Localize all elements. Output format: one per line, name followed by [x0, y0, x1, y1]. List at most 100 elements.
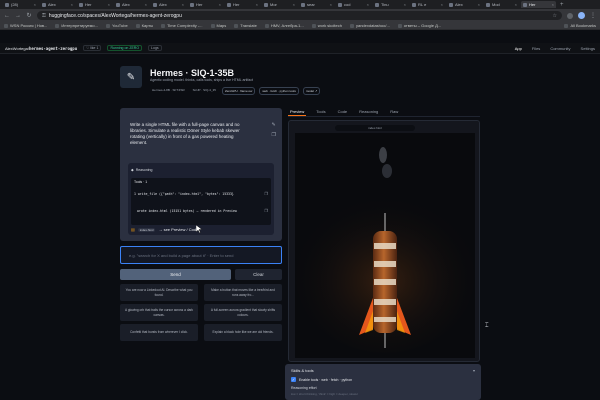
- close-icon[interactable]: ×: [108, 2, 110, 7]
- back-icon[interactable]: ←: [4, 13, 10, 19]
- bookmark-item[interactable]: Maps: [210, 23, 226, 28]
- favicon-icon: [349, 23, 354, 28]
- browser-tab[interactable]: Her ×: [225, 1, 260, 8]
- bookmarks-bar: WSN Россия | Нов... Интерпретируемо... You…: [0, 22, 600, 30]
- bookmark-item[interactable]: Time Complexity -...: [161, 23, 203, 28]
- close-icon[interactable]: ×: [441, 2, 443, 7]
- close-icon[interactable]: ×: [182, 2, 184, 7]
- tools-header[interactable]: Tools · 1: [134, 180, 147, 184]
- edit-icon[interactable]: ✎: [272, 122, 276, 128]
- reload-icon[interactable]: ↻: [26, 12, 32, 19]
- bookmark-item[interactable]: ответы – Google Д...: [397, 23, 441, 28]
- meta-badge[interactable]: model ↗: [302, 87, 321, 95]
- lock-icon[interactable]: ⚿: [42, 13, 46, 19]
- close-icon[interactable]: ×: [515, 2, 517, 7]
- url-field[interactable]: ⚿ huggingface.co/spaces/AlexWortega/herm…: [37, 11, 562, 20]
- extensions-icon[interactable]: [567, 12, 573, 19]
- tab-code[interactable]: Code: [336, 108, 350, 115]
- close-icon[interactable]: ×: [367, 2, 369, 7]
- effort-label: Reasoning effort: [291, 386, 317, 390]
- favicon-icon: [264, 2, 268, 7]
- favicon-icon: [264, 23, 269, 28]
- close-icon[interactable]: ×: [145, 2, 147, 7]
- example-prompt-button[interactable]: Make a button that moves like a tree/bir…: [204, 284, 282, 301]
- copy-icon[interactable]: ❐: [264, 208, 268, 213]
- meta-badge[interactable]: web · fetch · python tools: [259, 87, 299, 95]
- close-icon[interactable]: ×: [552, 2, 554, 7]
- bookmark-item[interactable]: Translate: [234, 23, 257, 28]
- browser-tab[interactable]: Alex ×: [447, 1, 482, 8]
- chat-input[interactable]: e.g. "search for X and build a page abou…: [120, 246, 282, 264]
- browser-tab[interactable]: Alex ×: [114, 1, 149, 8]
- like-button[interactable]: ♡ like 1: [83, 45, 102, 51]
- kebab-canvas[interactable]: [295, 133, 475, 358]
- close-icon[interactable]: ×: [404, 2, 406, 7]
- favicon-icon: [412, 2, 416, 7]
- browser-tab[interactable]: Her ×: [188, 1, 223, 8]
- close-icon[interactable]: ×: [219, 2, 221, 7]
- example-prompt-button[interactable]: Confetti that bursts from wherever I cli…: [120, 324, 198, 341]
- tab-tools[interactable]: Tools: [314, 108, 327, 115]
- browser-tab[interactable]: RL e ×: [410, 1, 445, 8]
- text-cursor-icon: ⌶: [485, 323, 489, 329]
- browser-tab[interactable]: (28) ×: [3, 1, 38, 8]
- copy-icon[interactable]: ❐: [264, 191, 268, 196]
- enable-tools-row[interactable]: ✓ Enable tools · web · fetch · python: [291, 377, 352, 382]
- file-chip[interactable]: index.html: [137, 227, 156, 232]
- bookmark-item[interactable]: work skoltech: [311, 23, 342, 28]
- forward-icon[interactable]: →: [15, 13, 21, 19]
- browser-tab[interactable]: Mod ×: [484, 1, 519, 8]
- menu-icon[interactable]: ⋮: [590, 12, 596, 19]
- space-nav-files[interactable]: Files: [532, 46, 540, 51]
- tab-reasoning[interactable]: Reasoning: [357, 108, 380, 115]
- new-tab-plus-icon[interactable]: +: [560, 2, 564, 8]
- example-prompt-button[interactable]: Explain a black hole like we are old fri…: [204, 324, 282, 341]
- bookmark-item[interactable]: Карты: [135, 23, 153, 28]
- close-icon[interactable]: ×: [330, 2, 332, 7]
- logs-button[interactable]: Logs: [148, 45, 162, 51]
- close-icon[interactable]: ×: [256, 2, 258, 7]
- example-prompt-button[interactable]: You are now a Linkedout AI. Describe wha…: [120, 284, 198, 301]
- copy-icon[interactable]: ❐: [272, 132, 276, 138]
- collapse-caret-icon[interactable]: ▾: [473, 368, 475, 373]
- preview-link[interactable]: → see Preview / Code: [158, 227, 198, 232]
- browser-tab[interactable]: Her ×: [521, 1, 556, 8]
- close-icon[interactable]: ×: [478, 2, 480, 7]
- close-icon[interactable]: ×: [34, 2, 36, 7]
- example-prompt-button[interactable]: A full-screen aurora gradient that slowl…: [204, 304, 282, 321]
- space-path[interactable]: AlexWortega/hermes-agent-zerogpu: [5, 46, 77, 51]
- browser-tab[interactable]: Alex ×: [151, 1, 186, 8]
- space-nav-settings[interactable]: Settings: [581, 46, 595, 51]
- space-nav: App Files Community Settings: [515, 46, 595, 51]
- settings-title[interactable]: Skills & tools: [291, 368, 314, 373]
- example-prompt-button[interactable]: A glowing orb that trails the cursor acr…: [120, 304, 198, 321]
- favicon-icon: [116, 2, 120, 7]
- all-bookmarks[interactable]: All Bookmarks: [564, 23, 600, 28]
- bookmark-item[interactable]: Интерпретируемо...: [55, 23, 98, 28]
- meta-badge: SiriJP · SIQ-4_35: [192, 88, 216, 92]
- tab-raw[interactable]: Raw: [388, 108, 400, 115]
- bookmark-item[interactable]: yandexdatashoo/...: [349, 23, 390, 28]
- browser-tab[interactable]: Her ×: [77, 1, 112, 8]
- address-bar-row: ← → ↻ ⚿ huggingface.co/spaces/AlexWorteg…: [0, 9, 600, 22]
- browser-tab[interactable]: cod ×: [336, 1, 371, 8]
- star-icon[interactable]: ☆: [553, 13, 557, 19]
- browser-tab[interactable]: Mor ×: [262, 1, 297, 8]
- space-nav-community[interactable]: Community: [550, 46, 570, 51]
- browser-tab[interactable]: sear ×: [299, 1, 334, 8]
- reasoning-toggle[interactable]: ◆ Reasoning: [131, 166, 271, 174]
- bookmark-item[interactable]: HMV, Алгебра-1...: [264, 23, 304, 28]
- enable-tools-checkbox[interactable]: ✓: [291, 377, 296, 382]
- space-nav-app[interactable]: App: [515, 46, 522, 51]
- profile-icon[interactable]: [578, 12, 585, 19]
- browser-tab[interactable]: Alex ×: [40, 1, 75, 8]
- tab-preview[interactable]: Preview: [288, 108, 307, 116]
- send-button[interactable]: Send: [120, 269, 231, 280]
- clear-button[interactable]: Clear: [235, 269, 282, 280]
- bookmark-item[interactable]: YouTube: [105, 23, 128, 28]
- close-icon[interactable]: ×: [71, 2, 73, 7]
- browser-tab[interactable]: Tinu ×: [373, 1, 408, 8]
- close-icon[interactable]: ×: [293, 2, 295, 7]
- bookmark-item[interactable]: WSN Россия | Нов...: [4, 23, 47, 28]
- meta-badge[interactable]: ZeroGPU · flame:ow: [221, 87, 256, 95]
